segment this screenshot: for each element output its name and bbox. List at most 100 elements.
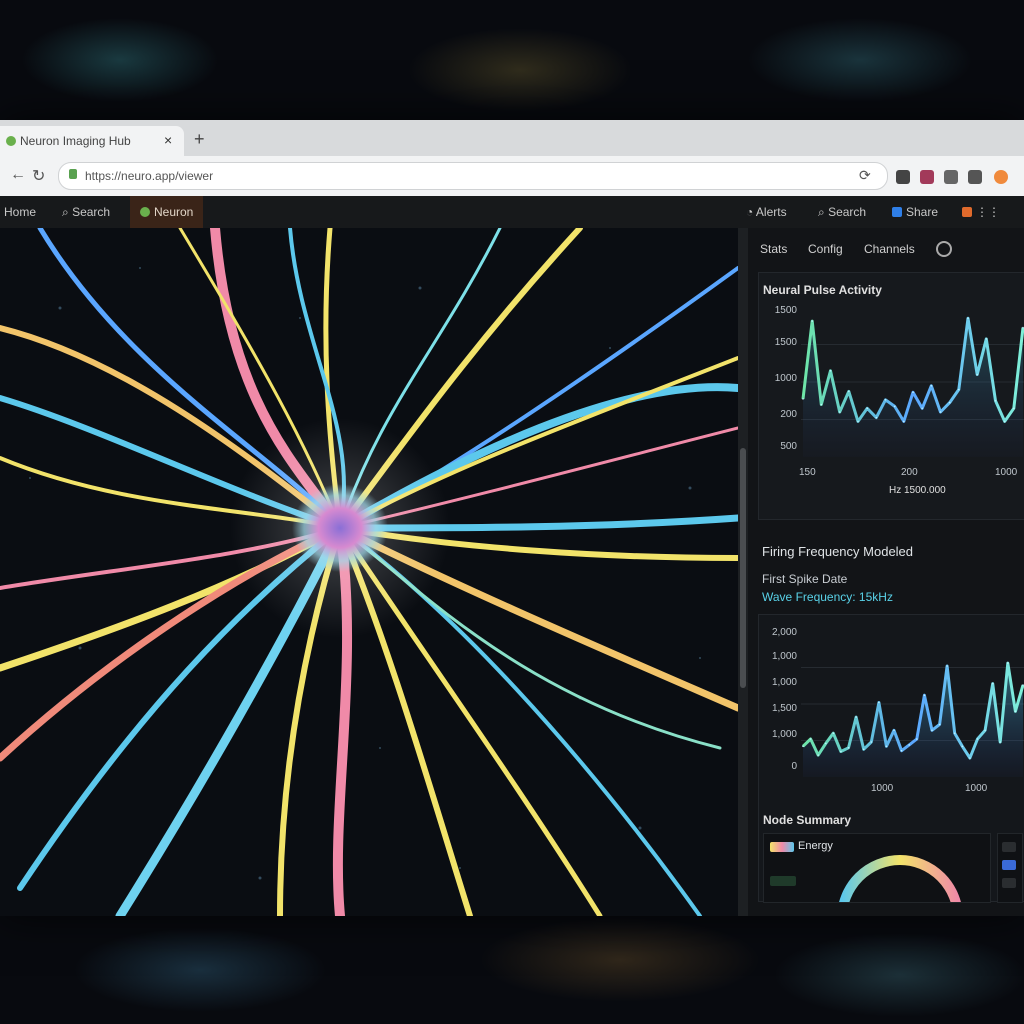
data-point xyxy=(946,665,948,667)
data-point xyxy=(961,745,964,748)
avatar[interactable] xyxy=(994,170,1008,184)
node-summary-title: Node Summary xyxy=(763,813,852,827)
data-point xyxy=(948,401,951,404)
analytics-panel: Stats Config Channels Neural Pulse Activ… xyxy=(748,228,1024,916)
data-point xyxy=(847,747,850,749)
app-toolbar: Home ⌕ Search Neuron ◔ Alerts ⌕ Search S… xyxy=(0,196,1024,229)
data-point xyxy=(939,411,942,413)
data-point xyxy=(985,338,988,340)
data-point xyxy=(802,398,804,400)
screenshot-icon[interactable] xyxy=(944,170,958,184)
data-point xyxy=(870,741,873,743)
chart1-ytick: 1500 xyxy=(774,305,797,316)
panel-options-icon[interactable] xyxy=(936,241,952,257)
side-swatch-blue xyxy=(1002,860,1016,870)
toolbar-neuron-tab[interactable]: Neuron xyxy=(130,196,204,228)
chart2-xtick: 1000 xyxy=(871,783,894,794)
viewport-scrollbar[interactable] xyxy=(738,228,748,916)
data-point xyxy=(884,399,887,401)
data-point xyxy=(893,729,895,732)
data-point xyxy=(916,738,918,740)
address-bar[interactable]: https://neuro.app/viewer ⟳ xyxy=(58,162,888,190)
more-icon: ⋮⋮ xyxy=(976,205,1000,219)
chart1-title: Neural Pulse Activity xyxy=(763,283,882,297)
chart2-ytick: 1,000 xyxy=(771,651,797,662)
search-icon: ⌕ xyxy=(818,205,829,219)
toolbar-search-right-button[interactable]: ⌕ Search xyxy=(818,196,866,228)
lock-icon xyxy=(69,169,77,179)
toolbar-more-button[interactable]: ⋮⋮ xyxy=(962,196,1000,228)
data-point xyxy=(878,701,880,704)
browser-tab[interactable]: Neuron Imaging Hub × xyxy=(0,126,184,156)
favicon-icon xyxy=(6,136,16,146)
panel-tabs: Stats Config Channels xyxy=(748,236,1024,264)
neuron-viewport[interactable] xyxy=(0,228,738,916)
data-point xyxy=(912,391,914,394)
chart1-ytick: 500 xyxy=(780,441,797,452)
extension-icon[interactable] xyxy=(920,170,934,184)
data-point xyxy=(893,405,896,408)
tab-stats[interactable]: Stats xyxy=(760,242,787,256)
toolbar-home-button[interactable]: Home xyxy=(4,196,36,228)
data-point xyxy=(994,400,997,402)
new-tab-button[interactable]: + xyxy=(194,129,205,150)
reload-icon[interactable]: ↻ xyxy=(32,166,45,186)
chart1-ytick: 1500 xyxy=(774,337,797,348)
pulse-activity-card: Neural Pulse Activity 1500 1500 1000 200… xyxy=(758,272,1024,520)
frequency-area-chart xyxy=(801,661,1024,777)
close-tab-icon[interactable]: × xyxy=(164,132,172,148)
chart2-ytick: 1,500 xyxy=(771,703,797,714)
data-point xyxy=(802,745,804,748)
first-spike-label: First Spike Date xyxy=(762,572,848,586)
data-point xyxy=(976,373,978,376)
chart2-ytick: 2,000 xyxy=(771,627,797,638)
data-point xyxy=(931,729,933,732)
series-area xyxy=(803,663,1023,777)
tab-config[interactable]: Config xyxy=(808,242,843,256)
data-point xyxy=(1013,407,1015,410)
toolbar-alerts-label: Alerts xyxy=(755,205,787,219)
data-point xyxy=(866,407,868,410)
data-point xyxy=(857,420,859,423)
scrollbar-thumb[interactable] xyxy=(740,448,746,688)
data-point xyxy=(848,390,850,393)
energy-ring-gauge xyxy=(839,855,961,902)
toolbar-alerts-button[interactable]: ◔ Alerts xyxy=(746,196,787,228)
data-point xyxy=(958,388,960,391)
data-point xyxy=(838,411,841,413)
data-point xyxy=(829,370,832,372)
toolbar-home-label: Home xyxy=(4,205,37,219)
address-text: https://neuro.app/viewer xyxy=(85,169,214,183)
tab-title: Neuron Imaging Hub xyxy=(20,134,131,148)
tab-channels[interactable]: Channels xyxy=(864,242,915,256)
chart1-xtick: 1000 xyxy=(995,467,1018,478)
data-point xyxy=(811,320,813,322)
legend-swatch xyxy=(770,842,794,852)
neuron-soma xyxy=(292,484,388,572)
chart2-xtick: 1000 xyxy=(965,783,988,794)
back-icon[interactable]: ← xyxy=(10,166,26,184)
data-point xyxy=(923,694,926,696)
refresh-icon[interactable]: ⟳ xyxy=(859,167,871,184)
toolbar-share-button[interactable]: Share xyxy=(892,196,938,228)
data-point xyxy=(1003,420,1006,423)
search-icon: ⌕ xyxy=(62,205,73,219)
data-point xyxy=(991,682,994,685)
data-point xyxy=(817,754,819,756)
toolbar-search-right-label: Search xyxy=(828,205,867,219)
firing-frequency-title: Firing Frequency Modeled xyxy=(762,544,914,559)
share-icon xyxy=(892,207,902,217)
data-point xyxy=(820,403,823,406)
pin-extension-icon[interactable] xyxy=(896,170,910,184)
toolbar-search-button[interactable]: ⌕ Search xyxy=(62,196,110,228)
chart1-footer: Hz 1500.000 xyxy=(889,485,946,496)
address-row: ← ↻ https://neuro.app/viewer ⟳ xyxy=(0,156,1024,197)
data-point xyxy=(984,729,986,732)
toolbar-neuron-label: Neuron xyxy=(154,205,194,219)
toolbar-search-label: Search xyxy=(72,205,111,219)
neuron-illustration xyxy=(0,228,738,916)
menu-icon[interactable] xyxy=(968,170,982,184)
data-point xyxy=(809,738,812,740)
data-point xyxy=(969,757,971,759)
data-point xyxy=(903,420,905,423)
